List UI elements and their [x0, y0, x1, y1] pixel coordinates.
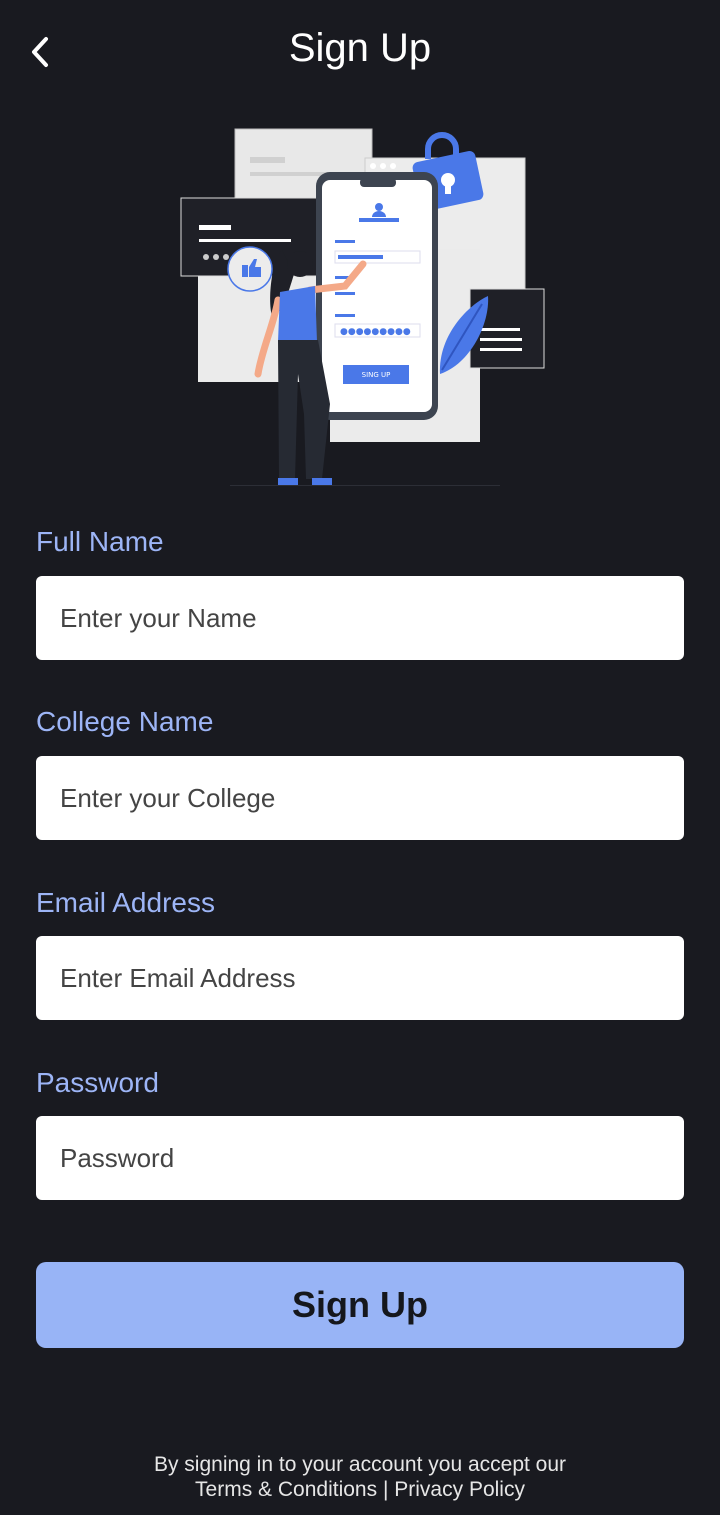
footer-consent-text: By signing in to your account you accept…: [153, 1453, 567, 1476]
password-input[interactable]: [36, 1116, 684, 1200]
full-name-input[interactable]: [36, 576, 684, 660]
svg-text:●●●●●●●●●: ●●●●●●●●●: [340, 327, 411, 337]
footer-legal: By signing in to your account you accept…: [0, 1452, 720, 1502]
privacy-policy-link[interactable]: Privacy Policy: [394, 1478, 525, 1501]
full-name-label: Full Name: [36, 526, 164, 557]
email-label: Email Address: [36, 887, 215, 918]
page-title: Sign Up: [288, 26, 432, 70]
terms-link[interactable]: Terms & Conditions: [195, 1478, 377, 1501]
illustration-button-text: SING UP: [362, 371, 391, 379]
password-label: Password: [36, 1067, 159, 1098]
sign-up-button[interactable]: Sign Up: [36, 1262, 684, 1348]
email-input[interactable]: [36, 936, 684, 1020]
college-name-label: College Name: [36, 706, 214, 737]
footer-separator: |: [382, 1478, 389, 1501]
college-name-input[interactable]: [36, 756, 684, 840]
app-header: Sign Up: [0, 0, 720, 104]
signup-illustration: ●●●●●●●●● SING UP: [180, 128, 545, 486]
